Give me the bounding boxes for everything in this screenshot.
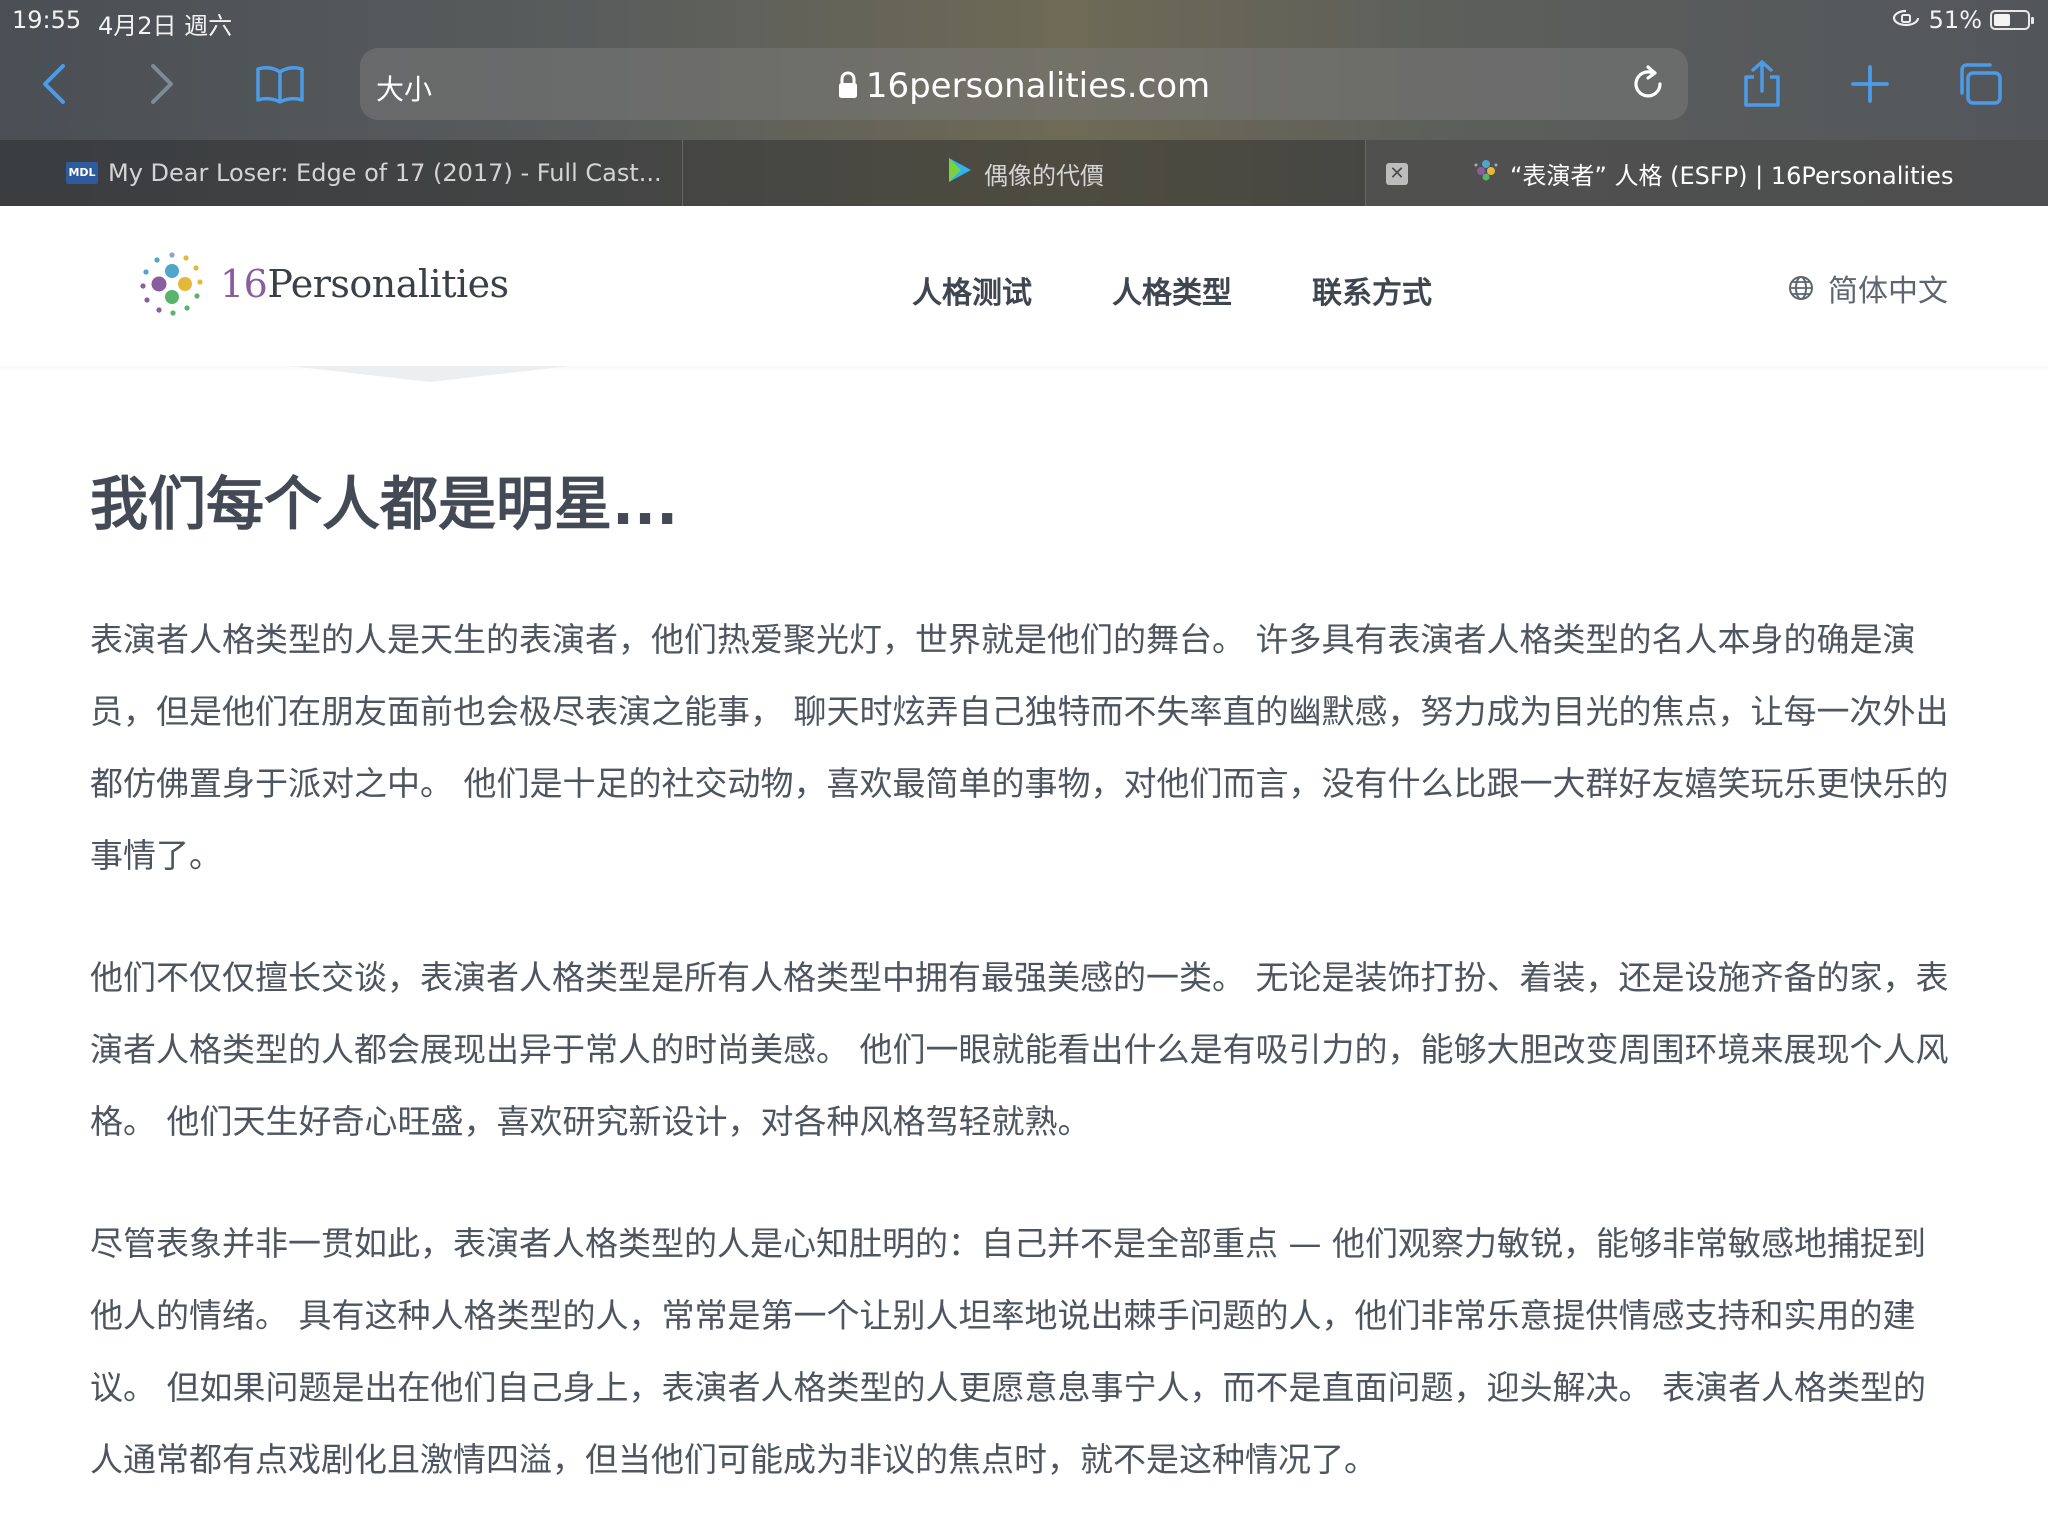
tab-title: My Dear Loser: Edge of 17 (2017) - Full … xyxy=(108,159,662,187)
forward-button[interactable] xyxy=(130,54,194,114)
status-bar: 19:55 4月2日 週六 51% xyxy=(0,0,2048,40)
battery-percent: 51% xyxy=(1928,6,1982,34)
back-button[interactable] xyxy=(22,54,86,114)
chevron-right-icon xyxy=(151,64,173,104)
address-bar[interactable]: 大小 16personalities.com xyxy=(360,48,1688,120)
url-text: 16personalities.com xyxy=(865,66,1211,106)
status-time: 19:55 xyxy=(12,6,82,34)
battery-icon xyxy=(1990,10,2034,30)
lock-icon xyxy=(838,68,858,108)
url-display[interactable]: 16personalities.com xyxy=(360,66,1688,108)
tabs-icon xyxy=(1960,63,2002,105)
logo-number: 16 xyxy=(220,262,268,306)
screen-lock-rotation-icon xyxy=(1891,6,1921,34)
status-date: 4月2日 週六 xyxy=(98,12,233,40)
share-icon xyxy=(1744,60,1780,107)
logo-word: Personalities xyxy=(267,262,509,306)
tab-title: “表演者” 人格 (ESFP) | 16Personalities xyxy=(1510,161,1954,190)
close-icon: ✕ xyxy=(1389,163,1405,184)
tab-16personalities[interactable]: “表演者” 人格 (ESFP) | 16Personalities xyxy=(1366,140,2048,206)
globe-icon xyxy=(1789,276,1813,300)
nav-contact[interactable]: 联系方式 xyxy=(1312,268,1432,312)
site-header: 16Personalities 人格测试 人格类型 联系方式 简体中文 xyxy=(0,206,2048,366)
reload-button[interactable] xyxy=(1626,62,1670,106)
battery-level xyxy=(1994,14,2011,26)
tab-title: 偶像的代價 xyxy=(984,161,1104,190)
bookmarks-button[interactable] xyxy=(248,54,312,114)
new-tab-button[interactable] xyxy=(1838,54,1902,114)
chevron-left-icon xyxy=(43,64,65,104)
browser-chrome: 19:55 4月2日 週六 51% 大小 16personalities.com… xyxy=(0,0,2048,206)
book-icon xyxy=(256,66,304,104)
share-button[interactable] xyxy=(1730,54,1794,114)
mdl-favicon-icon: MDL xyxy=(66,162,98,184)
article-paragraph-3: 尽管表象并非一贯如此，表演者人格类型的人是心知肚明的：自己并不是全部重点 — 他… xyxy=(90,1224,1926,1479)
screen: 19:55 4月2日 週六 51% 大小 16personalities.com… xyxy=(0,0,2048,1536)
article-content: 我们每个人都是明星... 表演者人格类型的人是天生的表演者，他们热爱聚光灯，世界… xyxy=(90,466,1958,1536)
tab-overview-button[interactable] xyxy=(1948,54,2012,114)
close-tab-button[interactable]: ✕ xyxy=(1386,163,1408,185)
language-selector[interactable]: 简体中文 xyxy=(1788,266,1948,310)
logo-text: 16Personalities xyxy=(220,262,509,306)
article-paragraph-1: 表演者人格类型的人是天生的表演者，他们热爱聚光灯，世界就是他们的舞台。 许多具有… xyxy=(90,620,1949,875)
status-right: 51% xyxy=(1891,6,2034,34)
language-label: 简体中文 xyxy=(1828,274,1948,309)
article-paragraph-2: 他们不仅仅擅长交谈，表演者人格类型是所有人格类型中拥有最强美感的一类。 无论是装… xyxy=(90,958,1949,1141)
reload-icon xyxy=(1634,65,1662,98)
16p-logo-icon xyxy=(1472,156,1500,190)
nav-personality-types[interactable]: 人格类型 xyxy=(1112,268,1232,312)
nav-personality-test[interactable]: 人格测试 xyxy=(912,268,1032,312)
16personalities-logo-icon xyxy=(140,252,203,316)
header-notch xyxy=(290,366,570,382)
play-icon xyxy=(944,155,974,191)
article-title: 我们每个人都是明星... xyxy=(90,470,679,538)
tab-idol-price[interactable]: 偶像的代價 xyxy=(683,140,1365,206)
site-logo[interactable]: 16Personalities xyxy=(136,248,509,320)
tab-mydearloser[interactable]: MDL My Dear Loser: Edge of 17 (2017) - F… xyxy=(0,140,682,206)
browser-toolbar: 大小 16personalities.com xyxy=(0,40,2048,140)
tab-strip: MDL My Dear Loser: Edge of 17 (2017) - F… xyxy=(0,140,2048,206)
plus-icon xyxy=(1851,65,1889,103)
